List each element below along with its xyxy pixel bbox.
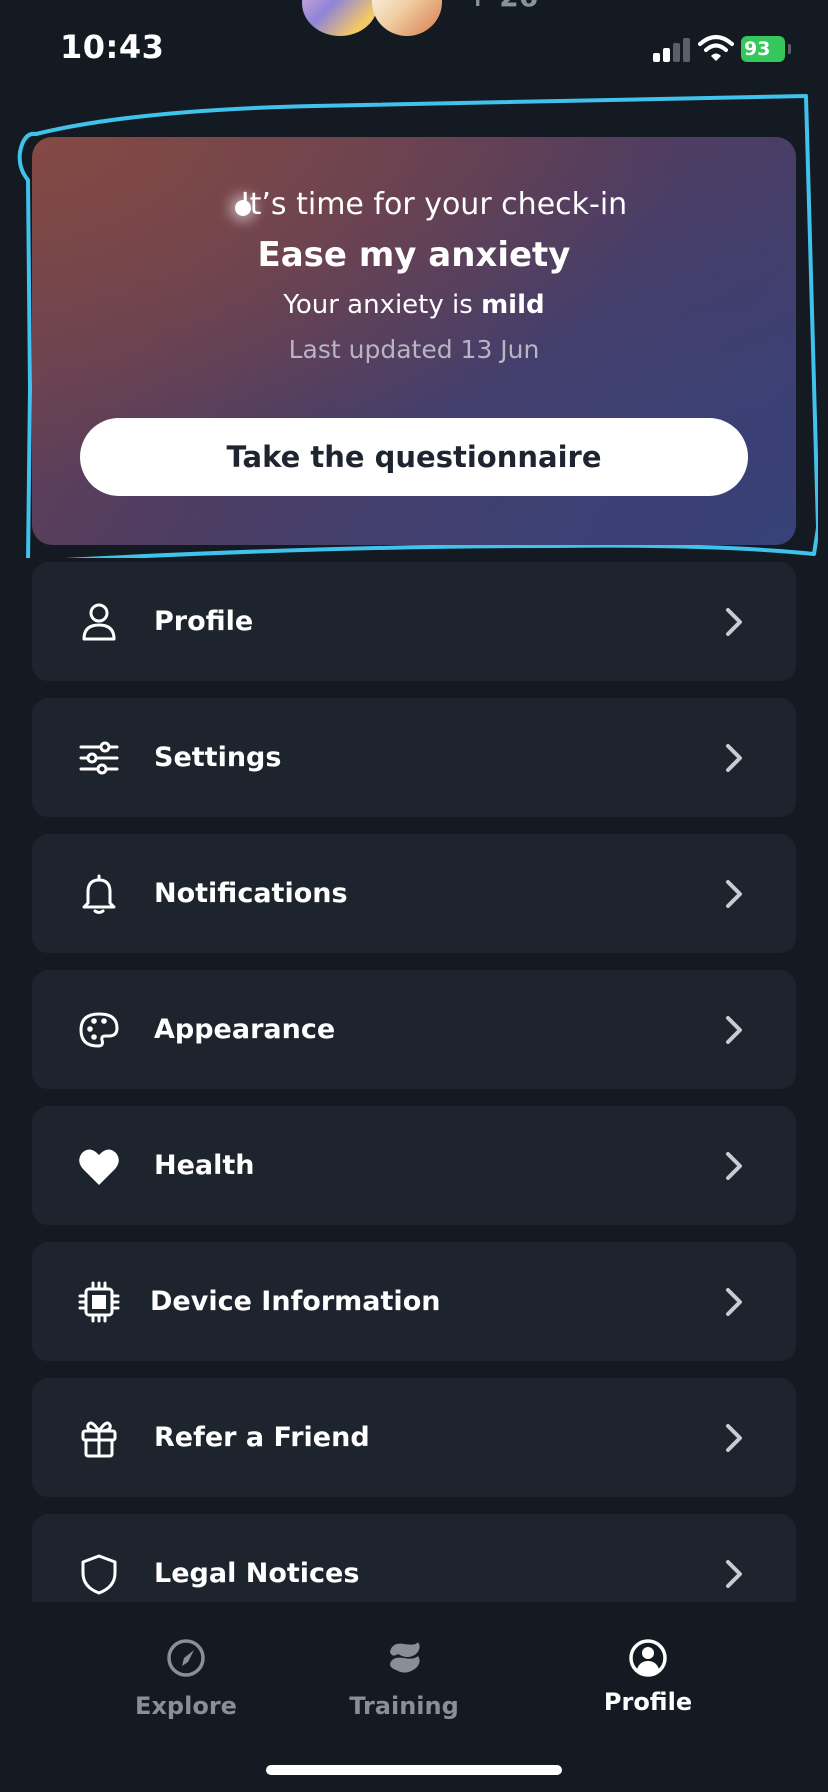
chevron-right-icon	[726, 1288, 742, 1316]
person-icon	[82, 603, 116, 641]
chevron-right-icon	[726, 1016, 742, 1044]
sliders-icon	[79, 741, 119, 775]
tab-explore[interactable]: Explore	[96, 1638, 276, 1738]
menu-item-settings[interactable]: Settings	[32, 698, 796, 817]
community-avatars[interactable]	[302, 0, 442, 38]
shield-icon	[81, 1554, 117, 1595]
menu-item-label: Notifications	[154, 878, 348, 909]
menu-item-label: Settings	[154, 742, 282, 773]
menu-item-label: Appearance	[154, 1014, 336, 1045]
chevron-right-icon	[726, 1424, 742, 1452]
status-time: 10:43	[60, 28, 165, 66]
menu-item-refer-a-friend[interactable]: Refer a Friend	[32, 1378, 796, 1497]
avatars-more-count: + 26	[466, 0, 538, 13]
palette-icon	[79, 1012, 119, 1048]
checkin-heading: It’s time for your check-in	[240, 187, 628, 222]
avatar	[372, 0, 442, 36]
heart-icon	[79, 1149, 119, 1185]
menu-item-label: Health	[154, 1150, 255, 1181]
chevron-right-icon	[726, 608, 742, 636]
take-questionnaire-button[interactable]: Take the questionnaire	[80, 418, 748, 496]
gift-icon	[81, 1421, 117, 1458]
battery-icon: 93	[741, 36, 785, 62]
bell-icon	[82, 874, 116, 914]
training-icon	[390, 1642, 420, 1673]
tab-label: Profile	[603, 1688, 693, 1716]
chip-icon	[78, 1281, 120, 1323]
cellular-signal-icon	[653, 38, 691, 62]
tab-training[interactable]: Training	[314, 1638, 494, 1738]
status-bar: 10:43 + 26 93	[0, 0, 828, 100]
wifi-icon	[698, 35, 734, 61]
menu-item-notifications[interactable]: Notifications	[32, 834, 796, 953]
menu-item-appearance[interactable]: Appearance	[32, 970, 796, 1089]
avatar	[302, 0, 378, 36]
menu-item-profile[interactable]: Profile	[32, 562, 796, 681]
checkin-goal-title: Ease my anxiety	[257, 235, 571, 275]
menu-item-health[interactable]: Health	[32, 1106, 796, 1225]
home-indicator[interactable]	[266, 1765, 562, 1775]
tab-label: Explore	[135, 1692, 237, 1720]
tab-label: Training	[349, 1692, 459, 1720]
tab-profile[interactable]: Profile	[558, 1638, 738, 1738]
chevron-right-icon	[726, 1560, 742, 1588]
anxiety-level-value: mild	[481, 290, 545, 320]
menu-item-label: Refer a Friend	[154, 1422, 370, 1453]
menu-item-label: Profile	[154, 606, 254, 637]
anxiety-level-prefix: Your anxiety is	[283, 290, 473, 320]
anxiety-level-text: Your anxiety is mild	[32, 290, 796, 320]
compass-icon	[167, 1639, 205, 1677]
checkin-card: It’s time for your check-in Ease my anxi…	[32, 137, 796, 545]
profile-circle-icon	[629, 1639, 667, 1677]
battery-tip	[788, 44, 791, 54]
chevron-right-icon	[726, 880, 742, 908]
chevron-right-icon	[726, 744, 742, 772]
menu-item-device-information[interactable]: Device Information	[32, 1242, 796, 1361]
last-updated-text: Last updated 13 Jun	[288, 335, 540, 364]
menu-item-label: Device Information	[150, 1286, 441, 1317]
chevron-right-icon	[726, 1152, 742, 1180]
bottom-tab-bar: Explore Training Profile	[0, 1602, 828, 1792]
